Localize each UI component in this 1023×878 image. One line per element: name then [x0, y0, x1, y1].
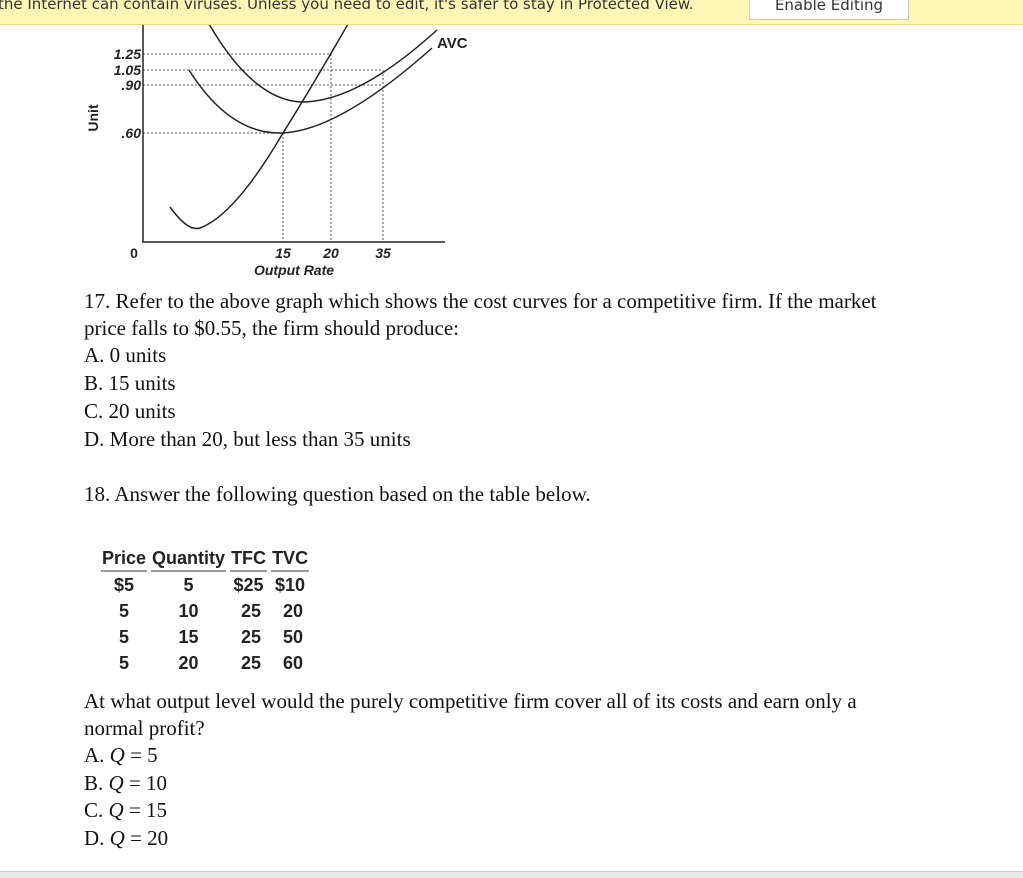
- cell: 5: [183, 574, 194, 595]
- option-letter: A.: [84, 743, 105, 767]
- q17-option: D. More than 20, but less than 35 units: [84, 427, 411, 451]
- x-tick: 35: [375, 245, 391, 261]
- y-tick: .60: [122, 125, 142, 141]
- cost-table: Price Quantity TFC TVC $5 5 $25 $10 5 10 25 20…: [97, 548, 313, 676]
- option-variable: Q: [109, 826, 125, 850]
- q18-option: D. Q = 20: [84, 825, 168, 852]
- y-tick: 1.25: [114, 46, 141, 62]
- cell: $10: [275, 574, 306, 595]
- table-row: 5 20 25 60: [101, 650, 309, 676]
- q17-option: C. 20 units: [84, 399, 176, 423]
- option-variable: Q: [109, 743, 125, 767]
- option-value: = 10: [123, 771, 168, 795]
- option-value: = 15: [123, 798, 168, 822]
- avc-curve: [188, 47, 433, 134]
- avc-label: AVC: [437, 35, 468, 52]
- option-letter: D.: [84, 826, 105, 850]
- column-header: TVC: [271, 548, 310, 572]
- cell: 20: [283, 600, 304, 621]
- table-row: 5 15 25 50: [101, 624, 309, 650]
- guide-lines: [143, 53, 384, 242]
- q17-option: B. 15 units: [84, 371, 176, 395]
- cell: 5: [119, 626, 130, 647]
- q17-option: A. 0 units: [84, 343, 167, 367]
- q18-question: normal profit?: [84, 716, 205, 740]
- enable-editing-button[interactable]: Enable Editing: [749, 0, 909, 20]
- q18-option: B. Q = 10: [84, 770, 167, 797]
- cell: 5: [119, 652, 130, 673]
- y-tick: 1.05: [114, 62, 141, 78]
- option-letter: B.: [84, 771, 104, 795]
- atc-curve: [208, 23, 438, 103]
- option-value: = 5: [124, 743, 158, 767]
- cell: 15: [178, 626, 199, 647]
- option-value: = 20: [124, 826, 169, 850]
- column-header: Price: [101, 548, 148, 572]
- cell: 5: [119, 600, 130, 621]
- q18-question: At what output level would the purely co…: [84, 689, 857, 713]
- option-variable: Q: [108, 771, 124, 795]
- column-header: TFC: [230, 548, 268, 572]
- q17-stem: price falls to $0.55, the firm should pr…: [84, 316, 459, 340]
- x-tick: 20: [322, 245, 339, 261]
- y-axis-label: Unit: [85, 104, 101, 132]
- table-row: $5 5 $25 $10: [101, 572, 309, 598]
- cell: 50: [283, 626, 304, 647]
- option-letter: C.: [84, 798, 104, 822]
- protected-view-bar: the Internet can contain viruses. Unless…: [0, 0, 1023, 25]
- table-row: 5 10 25 20: [101, 598, 309, 624]
- y-tick: .90: [122, 77, 142, 93]
- x-tick: 15: [275, 245, 291, 261]
- mc-curve: [169, 23, 349, 230]
- cell: 10: [178, 600, 199, 621]
- column-header: Quantity: [151, 548, 227, 572]
- cell: 25: [241, 652, 262, 673]
- cost-curves-graph: 1.25 1.05 .90 .60 0 15 20 35 Output Rate…: [85, 23, 468, 278]
- protected-view-message: the Internet can contain viruses. Unless…: [0, 0, 694, 13]
- q18-option: C. Q = 15: [84, 797, 167, 824]
- option-variable: Q: [108, 798, 124, 822]
- cell: $25: [233, 574, 264, 595]
- cell: 20: [178, 652, 199, 673]
- x-tick: 0: [130, 245, 138, 261]
- x-axis-label: Output Rate: [254, 262, 334, 278]
- q17-stem: 17. Refer to the above graph which shows…: [84, 289, 877, 313]
- cell: 25: [241, 600, 262, 621]
- q18-option: A. Q = 5: [84, 742, 158, 769]
- cell: 25: [241, 626, 262, 647]
- cell: $5: [114, 574, 135, 595]
- cell: 60: [283, 652, 304, 673]
- q18-stem: 18. Answer the following question based …: [84, 482, 591, 506]
